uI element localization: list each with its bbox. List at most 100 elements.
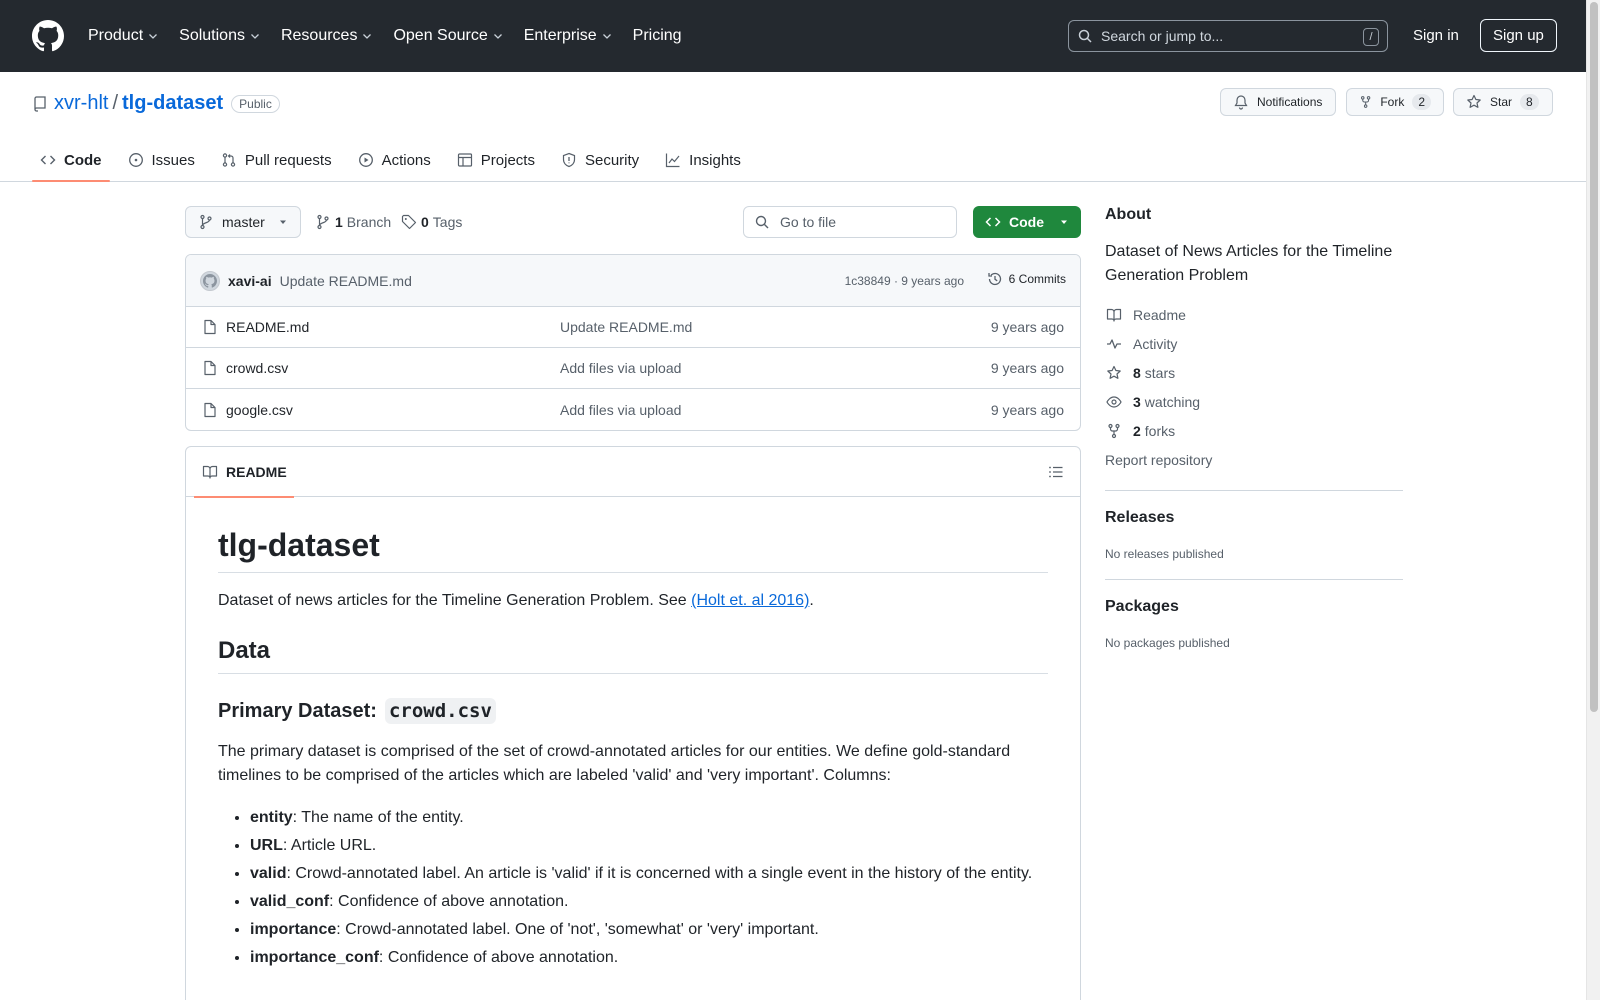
table-row[interactable]: google.csv Add files via upload 9 years … xyxy=(186,389,1080,430)
branch-count-label: Branch xyxy=(346,214,392,230)
tab-pull-requests[interactable]: Pull requests xyxy=(213,138,340,182)
tag-count: 0 xyxy=(421,214,429,230)
file-commit-message[interactable]: Add files via upload xyxy=(560,360,681,376)
nav-pricing[interactable]: Pricing xyxy=(633,27,682,45)
file-name-link[interactable]: README.md xyxy=(226,319,309,335)
sign-up-button[interactable]: Sign up xyxy=(1480,19,1557,52)
pull-request-icon xyxy=(222,153,236,167)
list-item: URL: Article URL. xyxy=(250,832,1048,860)
column-desc: : Crowd-annotated label. One of 'not', '… xyxy=(336,921,819,938)
branch-selector[interactable]: master xyxy=(185,206,301,238)
tab-code[interactable]: Code xyxy=(32,138,110,182)
about-description: Dataset of News Articles for the Timelin… xyxy=(1105,243,1393,284)
commits-link[interactable]: 6 Commits xyxy=(987,271,1066,287)
readme-heading-primary-text: Primary Dataset: xyxy=(218,699,377,722)
repo-name-link[interactable]: tlg-dataset xyxy=(122,92,223,115)
page-scrollbar[interactable] xyxy=(1586,0,1600,1000)
notifications-button[interactable]: Notifications xyxy=(1220,88,1336,116)
commit-meta[interactable]: 1c38849 · 9 years ago xyxy=(845,274,964,288)
star-button[interactable]: Star 8 xyxy=(1453,88,1553,116)
file-date: 9 years ago xyxy=(990,319,1064,335)
readme-heading-data: Data xyxy=(218,637,1048,674)
nav-open-source[interactable]: Open Source xyxy=(393,27,503,45)
nav-solutions[interactable]: Solutions xyxy=(179,27,261,45)
about-links: Readme Activity 8 stars 3 watching 2 for… xyxy=(1105,300,1403,474)
tab-issues-label: Issues xyxy=(151,151,195,169)
column-desc: : Confidence of above annotation. xyxy=(329,893,569,910)
releases-empty: No releases published xyxy=(1105,547,1224,561)
paper-link[interactable]: (Holt et. al 2016) xyxy=(691,592,809,609)
pulse-icon xyxy=(1107,338,1121,349)
nav-solutions-label: Solutions xyxy=(179,27,245,44)
commits-count: 6 Commits xyxy=(1008,272,1066,286)
tab-actions-label: Actions xyxy=(381,151,431,169)
notifications-label: Notifications xyxy=(1257,95,1323,109)
tab-projects-label: Projects xyxy=(480,151,535,169)
file-date: 9 years ago xyxy=(990,360,1064,376)
graph-icon xyxy=(666,153,680,168)
readme-link[interactable]: Readme xyxy=(1105,300,1403,329)
readme-tab[interactable]: README xyxy=(194,447,294,498)
repo-owner-link[interactable]: xvr-hlt xyxy=(54,92,108,115)
tags-link[interactable]: 0 Tags xyxy=(401,206,462,238)
search-icon xyxy=(755,215,769,229)
list-icon[interactable] xyxy=(1048,464,1064,480)
stars-link[interactable]: 8 stars xyxy=(1105,358,1403,387)
visibility-badge: Public xyxy=(231,94,280,113)
nav-open-source-label: Open Source xyxy=(393,27,488,44)
packages-heading[interactable]: Packages xyxy=(1105,598,1403,616)
list-item: valid: Crowd-annotated label. An article… xyxy=(250,860,1048,888)
repo-icon xyxy=(34,95,46,112)
star-icon xyxy=(1107,365,1121,379)
readme-intro-text: Dataset of news articles for the Timelin… xyxy=(218,592,692,609)
table-row[interactable]: crowd.csv Add files via upload 9 years a… xyxy=(186,348,1080,389)
history-icon xyxy=(988,272,1001,286)
fork-icon xyxy=(1108,423,1120,438)
list-item: importance_conf: Confidence of above ann… xyxy=(250,944,1048,972)
fork-button[interactable]: Fork 2 xyxy=(1346,88,1444,116)
book-icon xyxy=(202,465,218,479)
file-commit-message[interactable]: Add files via upload xyxy=(560,402,681,418)
tab-issues[interactable]: Issues xyxy=(120,138,203,182)
sidebar-divider xyxy=(1105,490,1403,491)
nav-enterprise[interactable]: Enterprise xyxy=(524,27,613,45)
fork-count: 2 xyxy=(1412,94,1431,110)
commit-message-link[interactable]: Update README.md xyxy=(280,273,412,289)
nav-resources[interactable]: Resources xyxy=(281,27,373,45)
search-input[interactable]: Search or jump to... / xyxy=(1068,20,1388,52)
releases-heading[interactable]: Releases xyxy=(1105,509,1403,527)
avatar[interactable] xyxy=(200,270,220,291)
activity-link[interactable]: Activity xyxy=(1105,329,1403,358)
readme-heading-primary-code: crowd.csv xyxy=(384,698,496,724)
tab-insights[interactable]: Insights xyxy=(657,138,749,182)
search-shortcut-hint: / xyxy=(1363,28,1379,46)
file-name-link[interactable]: google.csv xyxy=(226,402,293,418)
report-repository-link[interactable]: Report repository xyxy=(1105,445,1403,474)
watchers-link[interactable]: 3 watching xyxy=(1105,387,1403,416)
tab-projects[interactable]: Projects xyxy=(449,138,543,182)
scrollbar-thumb[interactable] xyxy=(1590,2,1598,712)
table-row[interactable]: README.md Update README.md 9 years ago xyxy=(186,307,1080,348)
column-key: URL xyxy=(250,837,283,854)
file-browser: xavi-ai Update README.md 1c38849 · 9 yea… xyxy=(185,254,1081,431)
eye-icon xyxy=(1106,395,1122,408)
go-to-file-input[interactable]: Go to file xyxy=(743,206,957,238)
forks-link[interactable]: 2 forks xyxy=(1105,416,1403,445)
tab-security[interactable]: Security xyxy=(553,138,647,182)
commit-author-link[interactable]: xavi-ai xyxy=(228,273,272,289)
file-name-link[interactable]: crowd.csv xyxy=(226,360,288,376)
shield-icon xyxy=(562,152,576,168)
main-content: master 1 Branch 0 Tags Go to file Code x… xyxy=(185,206,1081,1000)
about-heading: About xyxy=(1105,206,1152,223)
file-commit-message[interactable]: Update README.md xyxy=(560,319,692,335)
branches-link[interactable]: 1 Branch xyxy=(315,206,391,238)
nav-product[interactable]: Product xyxy=(88,27,159,45)
tab-actions[interactable]: Actions xyxy=(350,138,439,182)
list-item: entity: The name of the entity. xyxy=(250,804,1048,832)
sign-in-link[interactable]: Sign in xyxy=(1413,27,1459,44)
github-logo-icon[interactable] xyxy=(32,20,64,52)
column-desc: : Crowd-annotated label. An article is '… xyxy=(286,865,1033,882)
fork-label: Fork xyxy=(1380,95,1405,109)
bell-icon xyxy=(1234,95,1248,110)
code-button[interactable]: Code xyxy=(973,206,1081,238)
